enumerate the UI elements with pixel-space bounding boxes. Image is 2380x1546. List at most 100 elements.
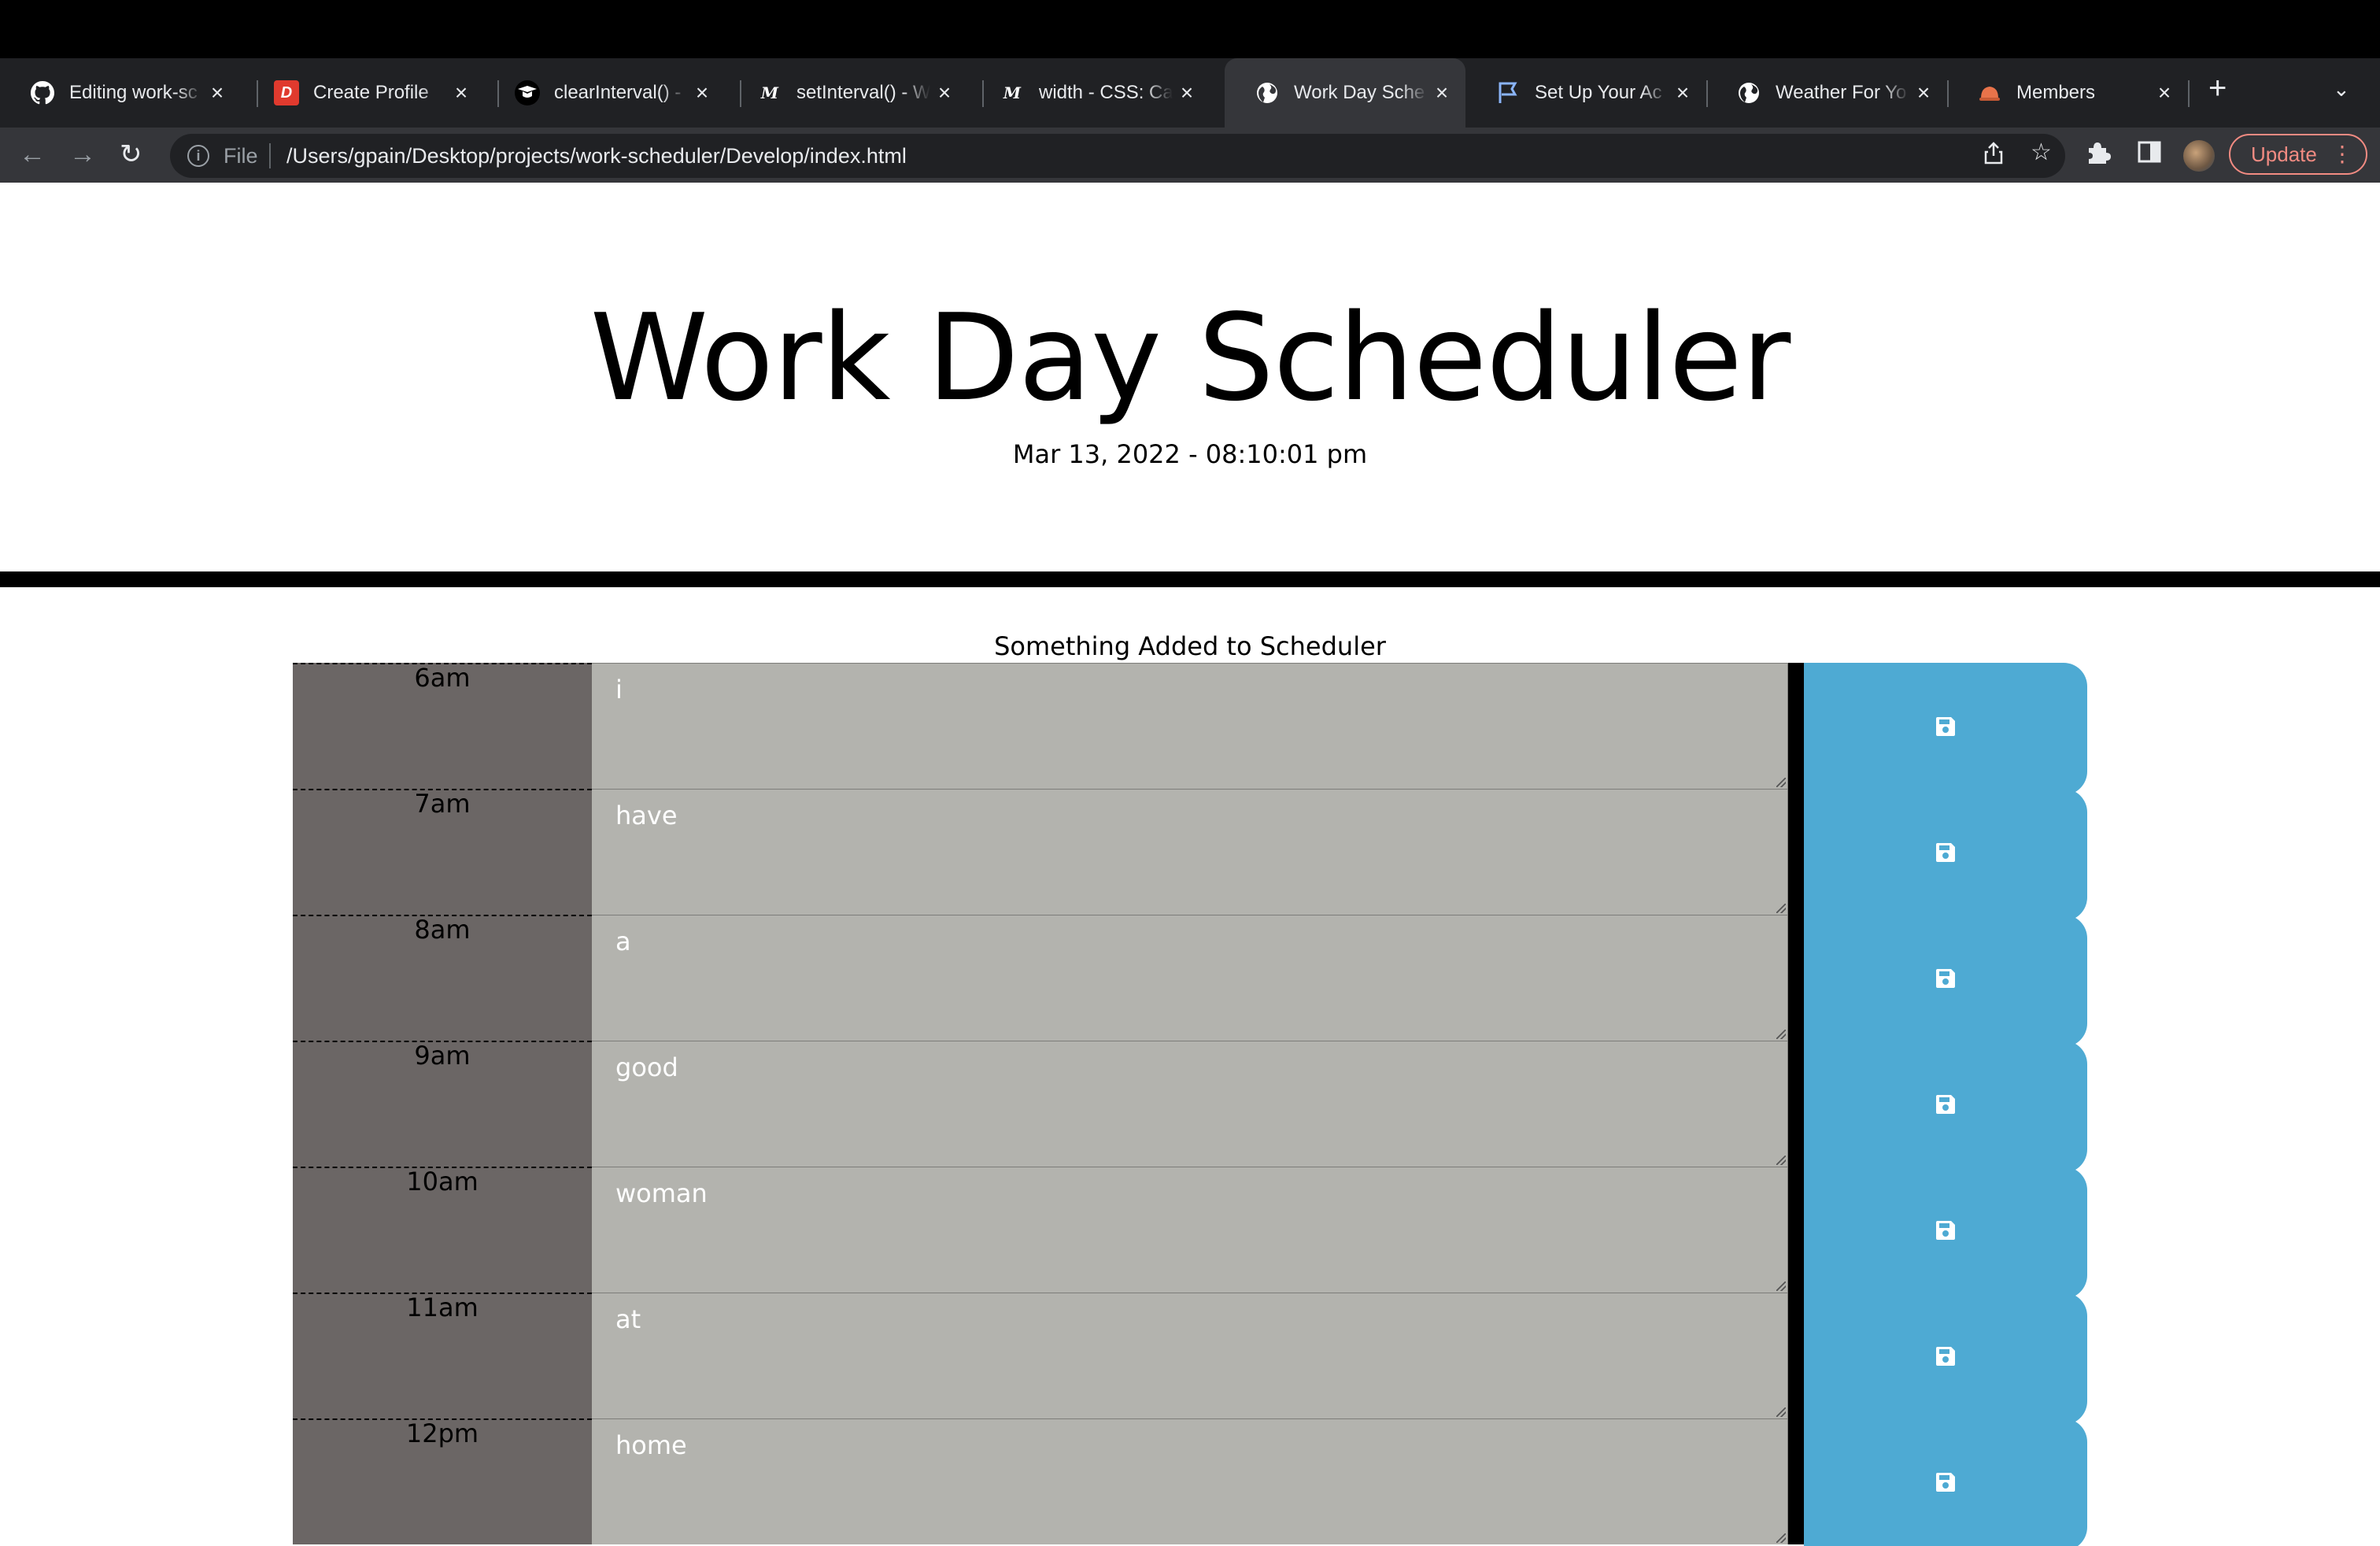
update-button[interactable]: Update ⋮: [2229, 134, 2367, 175]
event-text: i: [615, 675, 623, 705]
bookmark-star-icon[interactable]: ☆: [2031, 139, 2052, 166]
save-button[interactable]: [1804, 1167, 2087, 1299]
save-button[interactable]: [1804, 1293, 2087, 1425]
info-icon[interactable]: i: [187, 145, 209, 167]
tab-title: setInterval() - W: [796, 82, 930, 103]
event-description-textarea[interactable]: home: [592, 1418, 1788, 1544]
close-tab-icon[interactable]: ×: [688, 80, 716, 105]
side-panel-icon[interactable]: [2138, 140, 2161, 172]
resize-grip-icon[interactable]: [1776, 1533, 1786, 1543]
tab-clearinterval[interactable]: clearInterval() - ×: [485, 58, 726, 128]
schedule-container: 6am i 7am have 8am a 9am good 10am woman…: [293, 663, 2087, 1546]
tab-width-css[interactable]: M width - CSS: Ca ×: [970, 58, 1210, 128]
tab-members[interactable]: Members ×: [1947, 58, 2188, 128]
tab-weather[interactable]: Weather For Yo ×: [1706, 58, 1947, 128]
row-divider: [1788, 1418, 1804, 1544]
resize-grip-icon[interactable]: [1776, 778, 1786, 787]
time-block: 9am good: [293, 1041, 2087, 1173]
save-button[interactable]: [1804, 1041, 2087, 1173]
event-text: home: [615, 1430, 687, 1460]
url-text[interactable]: /Users/gpain/Desktop/projects/work-sched…: [286, 144, 907, 168]
time-block: 7am have: [293, 789, 2087, 921]
address-bar[interactable]: i File /Users/gpain/Desktop/projects/wor…: [170, 134, 2065, 178]
event-description-textarea[interactable]: woman: [592, 1167, 1788, 1293]
tab-title: Weather For Yo: [1776, 82, 1907, 103]
mdn-icon: M: [760, 83, 779, 102]
tab-create-profile[interactable]: D Create Profile ×: [244, 58, 485, 128]
close-tab-icon[interactable]: ×: [1909, 80, 1938, 105]
row-divider: [1788, 789, 1804, 915]
event-description-textarea[interactable]: at: [592, 1293, 1788, 1418]
resize-grip-icon[interactable]: [1776, 1156, 1786, 1165]
tab-title: Set Up Your Ac: [1535, 82, 1662, 103]
tab-divider: [2188, 80, 2190, 107]
resize-grip-icon[interactable]: [1776, 904, 1786, 913]
floppy-disk-icon: [1936, 969, 1955, 988]
row-divider: [1788, 663, 1804, 789]
profile-avatar[interactable]: [2183, 140, 2215, 172]
event-text: woman: [615, 1178, 708, 1208]
tab-setinterval[interactable]: M setInterval() - W ×: [727, 58, 968, 128]
flag-icon: [1495, 80, 1521, 105]
time-block: 11am at: [293, 1293, 2087, 1425]
event-description-textarea[interactable]: i: [592, 663, 1788, 789]
time-block: 6am i: [293, 663, 2087, 795]
browser-toolbar: ← → ↻ i File /Users/gpain/Desktop/projec…: [0, 128, 2380, 183]
time-block: 10am woman: [293, 1167, 2087, 1299]
resize-grip-icon[interactable]: [1776, 1407, 1786, 1417]
hour-label: 6am: [293, 663, 592, 789]
new-tab-plus-icon[interactable]: +: [2208, 72, 2227, 104]
hour-label: 9am: [293, 1041, 592, 1167]
save-button[interactable]: [1804, 915, 2087, 1047]
close-tab-icon[interactable]: ×: [1173, 80, 1201, 105]
reload-icon[interactable]: ↻: [120, 137, 142, 172]
url-scheme-label: File: [224, 144, 258, 168]
tab-title: clearInterval() -: [554, 82, 682, 103]
event-description-textarea[interactable]: a: [592, 915, 1788, 1041]
save-button[interactable]: [1804, 789, 2087, 921]
saved-status-message: Something Added to Scheduler: [994, 631, 1386, 661]
close-tab-icon[interactable]: ×: [1428, 80, 1456, 105]
mdn-icon: M: [1003, 83, 1022, 102]
resize-grip-icon[interactable]: [1776, 1282, 1786, 1291]
hour-label: 11am: [293, 1293, 592, 1418]
close-tab-icon[interactable]: ×: [447, 80, 475, 105]
save-button[interactable]: [1804, 1418, 2087, 1546]
jumbotron-header: Work Day Scheduler Mar 13, 2022 - 08:10:…: [0, 183, 2380, 587]
event-description-textarea[interactable]: good: [592, 1041, 1788, 1167]
floppy-disk-icon: [1936, 1473, 1955, 1492]
current-date-time: Mar 13, 2022 - 08:10:01 pm: [1012, 439, 1368, 469]
save-button[interactable]: [1804, 663, 2087, 795]
menu-kebab-icon[interactable]: ⋮: [2331, 135, 2353, 173]
forward-arrow-icon[interactable]: →: [69, 137, 96, 172]
back-arrow-icon[interactable]: ←: [19, 137, 46, 172]
tab-work-day-scheduler[interactable]: Work Day Sche ×: [1225, 58, 1465, 128]
update-label: Update: [2251, 142, 2317, 166]
globe-icon: [1736, 80, 1761, 105]
tab-title: Work Day Sche: [1294, 82, 1425, 103]
floppy-disk-icon: [1936, 1347, 1955, 1366]
tab-title: Members: [2016, 82, 2096, 103]
tab-set-up-your-account[interactable]: Set Up Your Ac ×: [1465, 58, 1706, 128]
extensions-puzzle-icon[interactable]: [2086, 140, 2111, 174]
chevron-down-icon[interactable]: ⌄: [2333, 77, 2350, 102]
w3schools-icon: [515, 80, 540, 105]
resize-grip-icon[interactable]: [1776, 1030, 1786, 1039]
close-tab-icon[interactable]: ×: [930, 80, 959, 105]
tab-title: Create Profile: [313, 82, 429, 103]
close-tab-icon[interactable]: ×: [2150, 80, 2179, 105]
hour-label: 10am: [293, 1167, 592, 1293]
tab-editing-work-scheduler[interactable]: Editing work-sc ×: [0, 58, 241, 128]
close-tab-icon[interactable]: ×: [203, 80, 231, 105]
close-tab-icon[interactable]: ×: [1669, 80, 1697, 105]
event-description-textarea[interactable]: have: [592, 789, 1788, 915]
share-icon[interactable]: [1983, 142, 2004, 172]
hour-label: 7am: [293, 789, 592, 915]
row-divider: [1788, 915, 1804, 1041]
tab-title: Editing work-sc: [69, 82, 198, 103]
floppy-disk-icon: [1936, 843, 1955, 862]
floppy-disk-icon: [1936, 717, 1955, 736]
globe-icon: [1255, 80, 1280, 105]
omnibox-divider: [269, 143, 271, 168]
hour-label: 8am: [293, 915, 592, 1041]
